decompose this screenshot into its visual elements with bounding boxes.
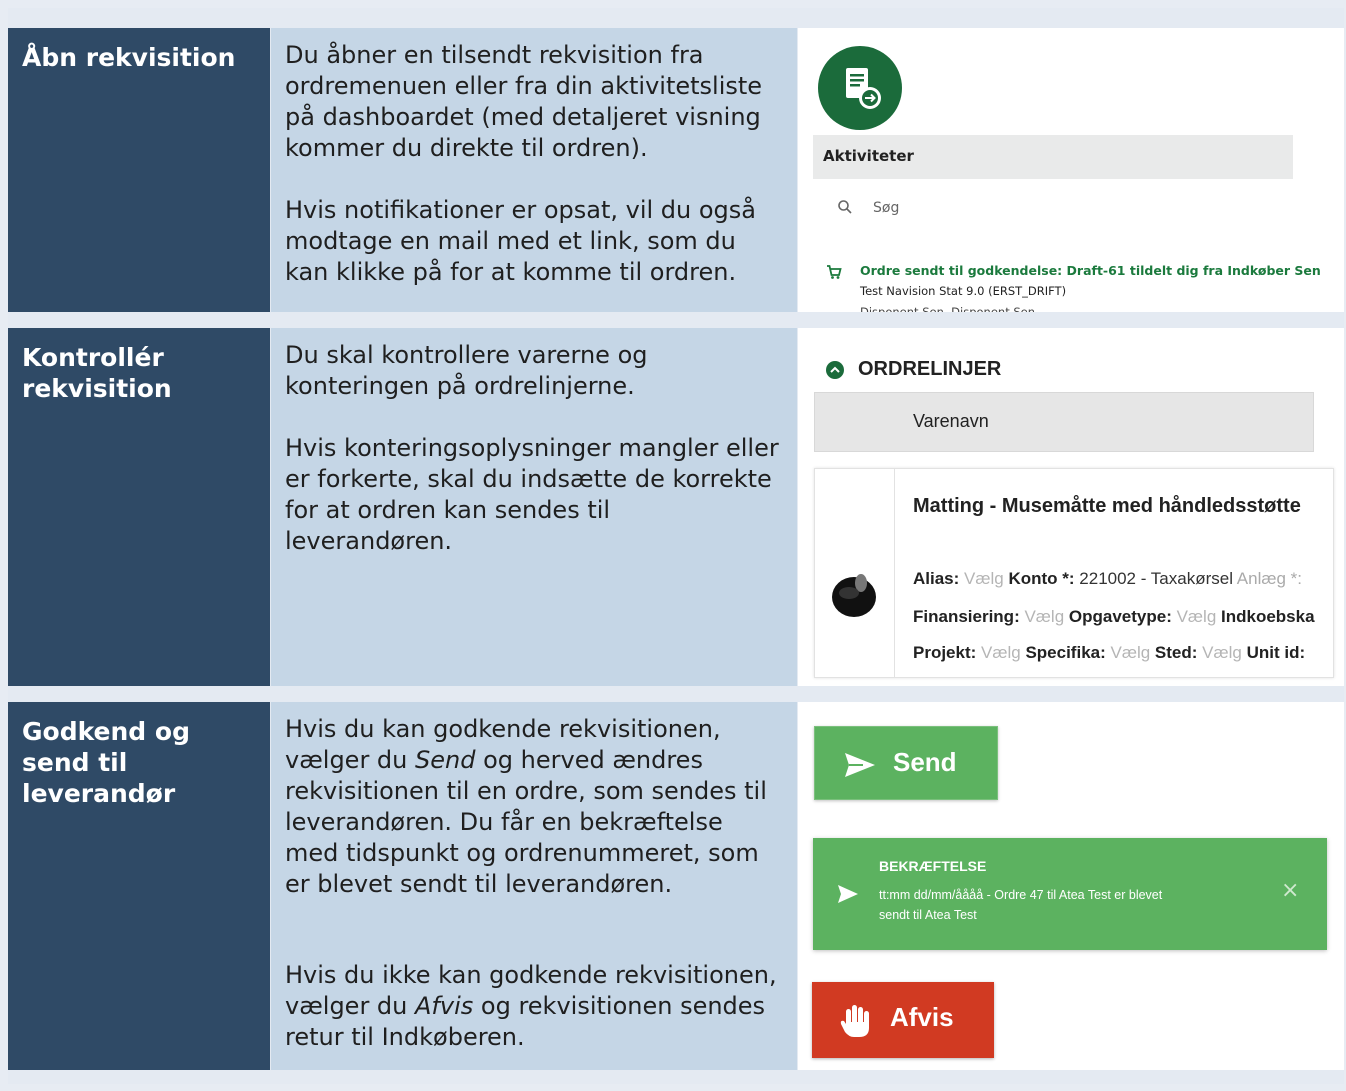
row-description: Hvis du kan godkende rekvisitionen, vælg…: [271, 702, 797, 1070]
field-value[interactable]: Vælg: [964, 569, 1004, 588]
field-label: Alias:: [913, 569, 965, 588]
field-label: Indkoebska: [1221, 607, 1315, 626]
field-label: Specifika:: [1025, 643, 1111, 662]
activities-header: Aktiviteter: [813, 135, 1293, 179]
row-heading-text: Kontrollér rekvisition: [22, 343, 172, 403]
description-paragraph: Du åbner en tilsendt rekvisition fra ord…: [285, 41, 763, 162]
activity-meta: Disponent Sen, Disponent Sen: [860, 305, 1036, 312]
reject-button[interactable]: Afvis: [812, 982, 994, 1058]
orderline-card[interactable]: Matting - Musemåtte med håndledsstøtte A…: [814, 468, 1334, 678]
field-value[interactable]: Vælg: [1177, 607, 1217, 626]
activities-search[interactable]: Søg: [813, 183, 1293, 239]
row-description: Du åbner en tilsendt rekvisition fra ord…: [271, 28, 797, 312]
field-value[interactable]: Vælg: [1202, 643, 1242, 662]
field-label: Sted:: [1154, 643, 1203, 662]
field-value[interactable]: Vælg: [1111, 643, 1151, 662]
row-heading-text: Godkend og send til leverandør: [22, 717, 190, 808]
row-heading: Godkend og send til leverandør: [8, 702, 270, 1070]
field-label: Opgavetype:: [1068, 607, 1177, 626]
chevron-up-icon[interactable]: [826, 360, 844, 379]
orderlines-section-header[interactable]: ORDRELINJER: [826, 358, 1001, 381]
accounting-line-3: Projekt: Vælg Specifika: Vælg Sted: Vælg…: [913, 643, 1305, 663]
paper-plane-icon: [843, 751, 877, 786]
field-value[interactable]: 221002 - Taxakørsel: [1079, 569, 1233, 588]
product-image-column: [815, 469, 895, 677]
description-paragraph: Hvis du ikke kan godkende rekvisitionen,…: [285, 960, 783, 1053]
hand-stop-icon: [840, 1002, 874, 1045]
cart-icon: [826, 264, 842, 286]
requisition-icon[interactable]: [818, 46, 902, 130]
column-header-varenavn: Varenavn: [913, 411, 989, 431]
row-screenshot: Send BEKRÆFTELSE tt:mm dd/mm/åååå - Ordr…: [798, 702, 1344, 1070]
send-label: Send: [893, 747, 957, 777]
row-heading: Åbn rekvisition: [8, 28, 270, 312]
paper-plane-icon: [837, 884, 859, 908]
row-heading-text: Åbn rekvisition: [22, 43, 236, 72]
instruction-table: Åbn rekvisition Du åbner en tilsendt rek…: [8, 8, 1344, 1084]
toast-message-line1: tt:mm dd/mm/åååå - Ordre 47 til Atea Tes…: [879, 888, 1163, 902]
field-label: Anlæg *:: [1236, 569, 1302, 588]
field-value[interactable]: Vælg: [981, 643, 1021, 662]
search-icon: [837, 199, 853, 219]
accounting-line-2: Finansiering: Vælg Opgavetype: Vælg Indk…: [913, 607, 1315, 627]
description-paragraph: Hvis du kan godkende rekvisitionen, vælg…: [285, 714, 783, 900]
orderlines-column-header: Varenavn: [814, 392, 1314, 452]
emphasis-afvis: Afvis: [415, 992, 474, 1020]
reject-label: Afvis: [890, 1002, 954, 1032]
field-label: Finansiering:: [913, 607, 1025, 626]
emphasis-send: Send: [415, 746, 476, 774]
toast-title: BEKRÆFTELSE: [879, 858, 987, 874]
send-button[interactable]: Send: [814, 726, 998, 800]
accounting-line-1: Alias: Vælg Konto *: 221002 - Taxakørsel…: [913, 569, 1302, 589]
description-paragraph: Du skal kontrollere varerne og kontering…: [285, 341, 648, 400]
description-paragraph: Hvis konteringsoplysninger mangler eller…: [285, 434, 779, 555]
row-heading: Kontrollér rekvisition: [8, 328, 270, 686]
toast-message-line2: sendt til Atea Test: [879, 908, 977, 922]
description-paragraph: Hvis notifikationer er opsat, vil du ogs…: [285, 196, 756, 286]
activity-title[interactable]: Ordre sendt til godkendelse: Draft-61 ti…: [860, 260, 1321, 281]
orderlines-title: ORDRELINJER: [858, 358, 1002, 380]
activity-subtitle: Test Navision Stat 9.0 (ERST_DRIFT): [860, 284, 1067, 298]
field-value[interactable]: Vælg: [1024, 607, 1064, 626]
field-label: Konto *:: [1008, 569, 1080, 588]
field-label: Unit id:: [1246, 643, 1306, 662]
activity-item[interactable]: Ordre sendt til godkendelse: Draft-61 ti…: [826, 260, 1321, 312]
row-approve-send: Godkend og send til leverandør Hvis du k…: [8, 702, 1344, 1070]
row-screenshot: ORDRELINJER Varenavn Matting - Musemåtte…: [798, 328, 1344, 686]
product-name[interactable]: Matting - Musemåtte med håndledsstøtte: [913, 495, 1301, 518]
confirmation-toast: BEKRÆFTELSE tt:mm dd/mm/åååå - Ordre 47 …: [813, 838, 1327, 950]
close-icon[interactable]: ×: [1281, 878, 1299, 903]
row-open-requisition: Åbn rekvisition Du åbner en tilsendt rek…: [8, 28, 1344, 312]
row-description: Du skal kontrollere varerne og kontering…: [271, 328, 797, 686]
field-label: Projekt:: [913, 643, 982, 662]
search-input[interactable]: Søg: [873, 200, 899, 216]
row-check-requisition: Kontrollér rekvisition Du skal kontrolle…: [8, 328, 1344, 686]
row-screenshot: Aktiviteter Søg Ordre sendt til godkende…: [798, 28, 1344, 312]
mousepad-icon: [827, 565, 885, 627]
